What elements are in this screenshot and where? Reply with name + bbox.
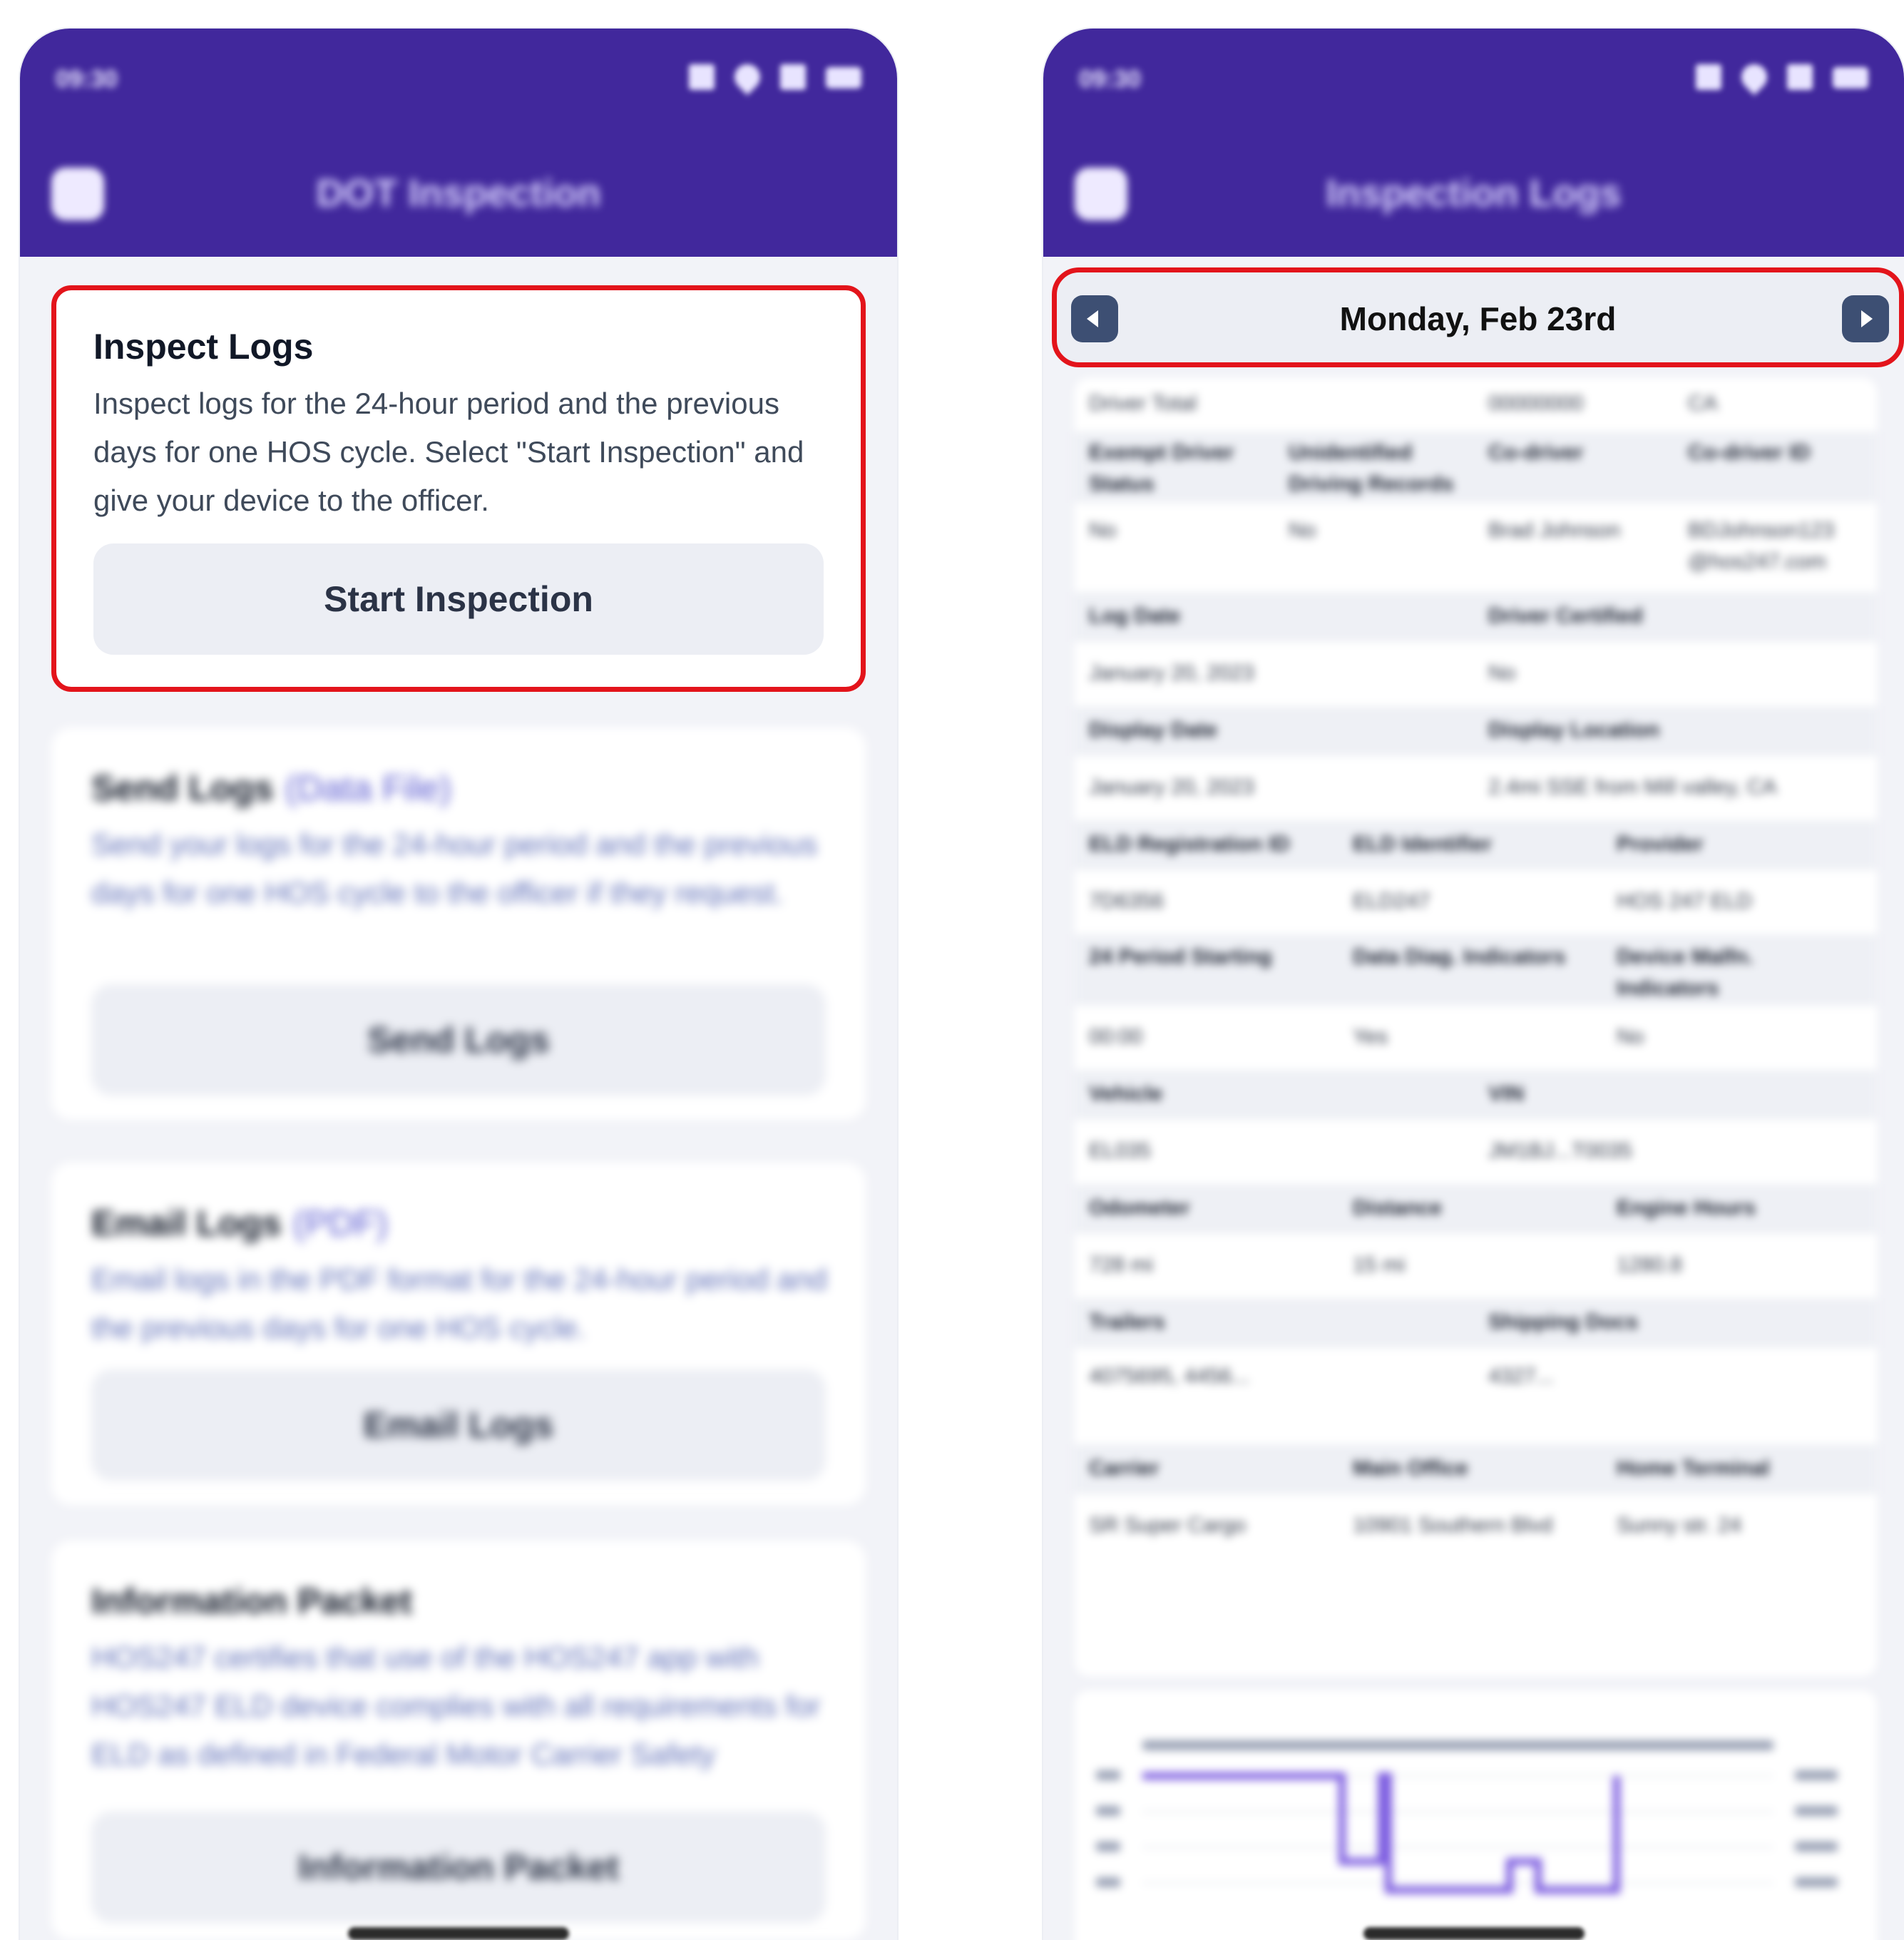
table-row: Carrier Main Office Home Terminal [1075, 1444, 1877, 1494]
email-logs-button[interactable]: Email Logs [91, 1369, 826, 1481]
information-packet-card: Information Packet HOS247 certifies that… [51, 1541, 866, 1940]
table-row: Display Date Display Location [1075, 706, 1877, 756]
table-row: 00:00 Yes No [1089, 1025, 1644, 1048]
table-row: No No Brad Johnson BDJohnson123 @hos247.com [1089, 519, 1835, 573]
table-row: 728 mi 15 mi 1280.8 [1089, 1253, 1682, 1277]
battery-icon [826, 67, 861, 88]
phone-screen-right: 09:30 Inspection Logs Monday, Feb 23rd D… [1043, 29, 1904, 1940]
log-details-table: Driver Total 00000000 CA Exempt Driver Stat… [1075, 378, 1877, 1676]
table-row: Exempt Driver Status Unidentified Driving R… [1075, 432, 1877, 503]
signal-icon [780, 64, 806, 90]
send-logs-description: Send your logs for the 24-hour period an… [91, 827, 817, 909]
table-row: Odometer Distance Engine Hours [1075, 1184, 1877, 1234]
inspect-logs-title: Inspect Logs [93, 327, 314, 367]
information-packet-button[interactable]: Information Packet [91, 1812, 826, 1923]
inspect-logs-description: Inspect logs for the 24-hour period and … [93, 387, 804, 517]
send-logs-card: Send Logs (Data File) Send your logs for … [51, 728, 866, 1120]
send-logs-title: Send Logs (Data File) [91, 768, 451, 808]
information-packet-description: HOS247 certifies that use of the HOS247 … [91, 1640, 821, 1771]
home-indicator [348, 1927, 569, 1940]
app-bar-title: DOT Inspection [316, 172, 601, 215]
wifi-icon [1736, 58, 1773, 96]
table-row: 4075695, 4456... 4327... [1089, 1364, 1554, 1388]
status-time: 09:30 [56, 66, 118, 93]
inspect-logs-card: Inspect Logs Inspect logs for the 24-hou… [51, 285, 866, 692]
duty-status-graph [1075, 1690, 1877, 1940]
chevron-right-icon [1861, 310, 1873, 327]
app-bar: 09:30 Inspection Logs [1043, 29, 1904, 257]
wifi-icon [729, 58, 766, 96]
table-row: SR Super Cargo 10901 Southern Blvd Sunny s… [1089, 1513, 1742, 1537]
home-indicator [1363, 1927, 1585, 1940]
table-row: 24 Period Starting Data Diag. Indicators D… [1075, 934, 1877, 1006]
vibrate-icon [1696, 64, 1721, 90]
phone-screen-left: 09:30 DOT Inspection Inspect Logs Inspec… [20, 29, 897, 1940]
table-row: Vehicle VIN [1075, 1070, 1877, 1120]
email-logs-card: Email Logs (PDF) Email logs in the PDF fo… [51, 1163, 866, 1505]
signal-icon [1787, 64, 1813, 90]
status-bar: 09:30 [1043, 57, 1904, 100]
table-row: Log Date Driver Certified [1075, 592, 1877, 642]
app-bar-title: Inspection Logs [1326, 172, 1622, 215]
status-time: 09:30 [1079, 66, 1141, 93]
email-logs-description: Email logs in the PDF format for the 24-… [91, 1262, 827, 1344]
table-row: 7D6356 ELD247 HOS 247 ELD [1089, 889, 1753, 913]
start-inspection-button[interactable]: Start Inspection [93, 543, 824, 655]
table-row: ELD Registration ID ELD Identifier Provide… [1075, 820, 1877, 870]
current-date-label: Monday, Feb 23rd [1339, 300, 1617, 337]
next-day-button[interactable] [1842, 295, 1889, 342]
table-row: Trailers Shipping Docs [1075, 1298, 1877, 1348]
table-row: January 20, 2023 2.4mi SSE from Mill vall… [1089, 775, 1777, 799]
date-navigator: Monday, Feb 23rd [1052, 267, 1904, 367]
app-bar: 09:30 DOT Inspection [20, 29, 897, 257]
table-row: Driver Total 00000000 CA [1089, 392, 1718, 415]
table-row: January 20, 2023 No [1089, 661, 1516, 685]
vibrate-icon [689, 64, 715, 90]
status-icons [689, 58, 861, 96]
battery-icon [1833, 67, 1868, 88]
send-logs-button[interactable]: Send Logs [91, 984, 826, 1096]
duty-status-graph-svg [1096, 1740, 1838, 1894]
status-bar: 09:30 [20, 57, 897, 100]
status-icons [1696, 58, 1868, 96]
table-row: EL035 JM1BJ...T0035 [1089, 1139, 1632, 1163]
information-packet-title: Information Packet [91, 1581, 413, 1621]
email-logs-title: Email Logs (PDF) [91, 1203, 389, 1243]
